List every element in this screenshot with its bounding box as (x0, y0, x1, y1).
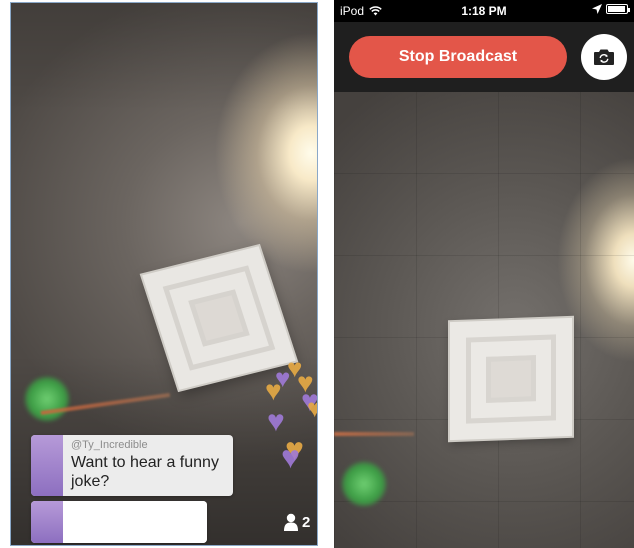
viewer-count-value: 2 (302, 513, 311, 531)
broadcast-header: Stop Broadcast (334, 22, 634, 92)
chat-comment: @Ty_Incredible Want to hear a funny joke… (31, 435, 233, 496)
viewer-count[interactable]: 2 (284, 511, 310, 533)
heart-icon: ♥ (265, 375, 282, 406)
comment-composer (31, 501, 207, 543)
green-light-blur (342, 462, 386, 506)
avatar (31, 501, 63, 543)
comment-message: Want to hear a funny joke? (71, 454, 219, 490)
viewer-screen: ♥ ♥ ♥ ♥ ♥ ♥ ♥ ♥ ♥ @Ty_Incredible Want to… (10, 2, 318, 546)
camera-flip-icon (594, 49, 614, 65)
camera-switch-button[interactable] (581, 34, 627, 80)
comment-input[interactable] (63, 501, 207, 543)
light-streak (334, 432, 414, 436)
heart-icon: ♥ (267, 405, 285, 438)
comment-username: @Ty_Incredible (71, 439, 148, 451)
heart-icon: ♥ (307, 395, 317, 421)
location-arrow-icon (592, 4, 602, 14)
person-icon (284, 513, 298, 531)
avatar (31, 435, 63, 496)
stop-broadcast-button[interactable]: Stop Broadcast (349, 36, 567, 78)
hearts-stream: ♥ ♥ ♥ ♥ ♥ ♥ ♥ ♥ ♥ (261, 355, 317, 485)
ceiling-vent (450, 317, 572, 441)
heart-icon: ♥ (281, 439, 300, 475)
status-bar: iPod 1:18 PM (334, 0, 634, 22)
status-time: 1:18 PM (461, 4, 507, 18)
battery-icon (606, 4, 630, 14)
green-light-blur (25, 377, 69, 421)
broadcaster-screen: iPod 1:18 PM Stop Broadcast (334, 0, 634, 548)
